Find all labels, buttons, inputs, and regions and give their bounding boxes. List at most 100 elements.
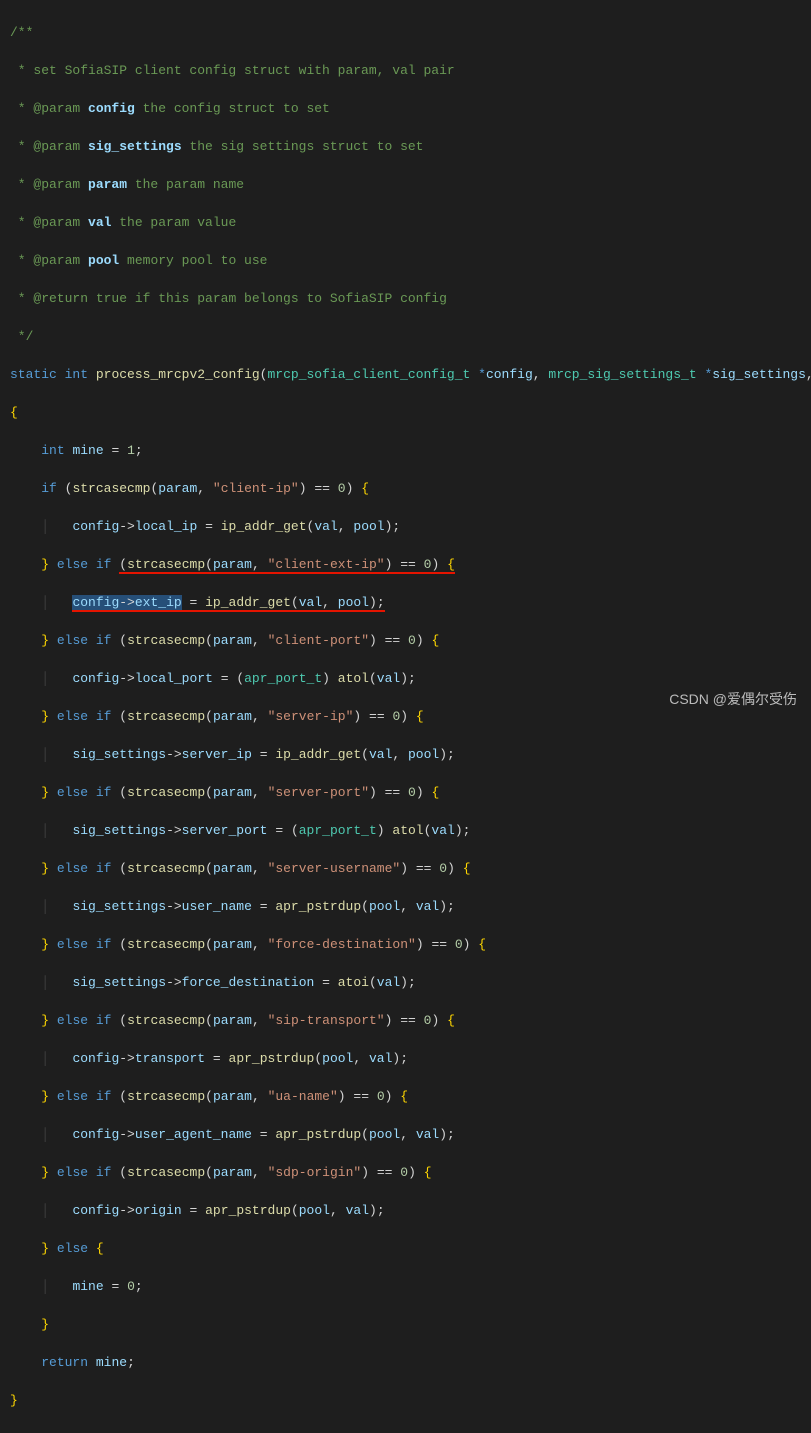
- kw-if: if: [41, 481, 57, 496]
- kw-else: else: [57, 709, 88, 724]
- code-line: */: [10, 327, 811, 346]
- field: force_destination: [182, 975, 315, 990]
- fn-call: ip_addr_get: [205, 595, 291, 610]
- code-line: │ sig_settings->force_destination = atoi…: [10, 973, 811, 992]
- param-name: sig_settings: [712, 367, 806, 382]
- fn-call: ip_addr_get: [221, 519, 307, 534]
- type-name: mrcp_sig_settings_t: [548, 367, 696, 382]
- doc-return-desc: true if this param belongs to SofiaSIP c…: [96, 291, 447, 306]
- doc-close: */: [10, 329, 33, 344]
- arg: param: [213, 633, 252, 648]
- field: local_port: [135, 671, 213, 686]
- var: config: [72, 1051, 119, 1066]
- fn-call: strcasecmp: [127, 633, 205, 648]
- code-line: static int process_mrcpv2_config(mrcp_so…: [10, 365, 811, 384]
- var: config: [72, 1127, 119, 1142]
- doc-open: /**: [10, 25, 33, 40]
- code-line: }: [10, 1315, 811, 1334]
- kw-int: int: [41, 443, 64, 458]
- code-line: │ mine = 0;: [10, 1277, 811, 1296]
- doc-param-name: config: [88, 101, 135, 116]
- doc-param-name: val: [88, 215, 111, 230]
- arg: param: [213, 1089, 252, 1104]
- code-line: │ config->local_ip = ip_addr_get(val, po…: [10, 517, 811, 536]
- code-line: return mine;: [10, 1353, 811, 1372]
- arg: val: [416, 1127, 439, 1142]
- code-line: } else if (strcasecmp(param, "server-ip"…: [10, 707, 811, 726]
- kw-else: else: [57, 1165, 88, 1180]
- code-line: } else if (strcasecmp(param, "client-ext…: [10, 555, 811, 574]
- fn-call: apr_pstrdup: [275, 1127, 361, 1142]
- fn-call: strcasecmp: [127, 709, 205, 724]
- arg: val: [369, 1051, 392, 1066]
- kw-if: if: [96, 709, 112, 724]
- arg: val: [431, 823, 454, 838]
- kw-if: if: [96, 1165, 112, 1180]
- field: ext_ip: [135, 595, 182, 610]
- arg: val: [369, 747, 392, 762]
- code-line: * @param param the param name: [10, 175, 811, 194]
- code-line: if (strcasecmp(param, "client-ip") == 0)…: [10, 479, 811, 498]
- kw-return: return: [41, 1355, 88, 1370]
- arg: pool: [353, 519, 384, 534]
- arg: param: [213, 861, 252, 876]
- kw-else: else: [57, 937, 88, 952]
- code-line: * @param config the config struct to set: [10, 99, 811, 118]
- arg: pool: [369, 1127, 400, 1142]
- code-line: │ config->ext_ip = ip_addr_get(val, pool…: [10, 593, 811, 612]
- fn-call: strcasecmp: [127, 1165, 205, 1180]
- doc-param-name: sig_settings: [88, 139, 182, 154]
- doc-param-desc: the param name: [127, 177, 244, 192]
- code-line: } else if (strcasecmp(param, "server-use…: [10, 859, 811, 878]
- kw-if: if: [96, 861, 112, 876]
- code-editor[interactable]: /** * set SofiaSIP client config struct …: [0, 0, 811, 1433]
- doc-param-desc: the sig settings struct to set: [182, 139, 424, 154]
- fn-call: apr_pstrdup: [205, 1203, 291, 1218]
- code-line: } else {: [10, 1239, 811, 1258]
- arg: val: [314, 519, 337, 534]
- code-line: }: [10, 1391, 811, 1410]
- fn-call: atol: [392, 823, 423, 838]
- kw-else: else: [57, 785, 88, 800]
- code-line: {: [10, 403, 811, 422]
- doc-param-desc: the config struct to set: [135, 101, 330, 116]
- code-line: * set SofiaSIP client config struct with…: [10, 61, 811, 80]
- code-line: } else if (strcasecmp(param, "client-por…: [10, 631, 811, 650]
- doc-param-tag: * @param: [10, 101, 88, 116]
- num: 0: [424, 1013, 432, 1028]
- doc-param-tag: * @param: [10, 253, 88, 268]
- arg: param: [213, 709, 252, 724]
- num: 0: [455, 937, 463, 952]
- type-name: apr_port_t: [299, 823, 377, 838]
- var: sig_settings: [72, 823, 166, 838]
- kw-if: if: [96, 937, 112, 952]
- arg: pool: [322, 1051, 353, 1066]
- doc-param-desc: the param value: [111, 215, 236, 230]
- str: "force-destination": [268, 937, 416, 952]
- num: 0: [377, 1089, 385, 1104]
- fn-call: strcasecmp: [127, 861, 205, 876]
- field: transport: [135, 1051, 205, 1066]
- arg: param: [158, 481, 197, 496]
- fn-call: strcasecmp: [127, 1013, 205, 1028]
- field: server_ip: [182, 747, 252, 762]
- field: user_agent_name: [135, 1127, 252, 1142]
- arg: param: [213, 937, 252, 952]
- code-line: * @return true if this param belongs to …: [10, 289, 811, 308]
- type-name: apr_port_t: [244, 671, 322, 686]
- num: 1: [127, 443, 135, 458]
- str: "client-ip": [213, 481, 299, 496]
- fn-call: atol: [338, 671, 369, 686]
- str: "sip-transport": [268, 1013, 385, 1028]
- code-line: } else if (strcasecmp(param, "ua-name") …: [10, 1087, 811, 1106]
- kw-if: if: [96, 557, 112, 572]
- doc-param-desc: memory pool to use: [119, 253, 267, 268]
- kw-else: else: [57, 633, 88, 648]
- kw-else: else: [57, 1089, 88, 1104]
- code-line: * @param pool memory pool to use: [10, 251, 811, 270]
- str: "client-port": [268, 633, 369, 648]
- str: "server-port": [268, 785, 369, 800]
- type-name: mrcp_sofia_client_config_t: [267, 367, 470, 382]
- var: config: [72, 1203, 119, 1218]
- arg: pool: [408, 747, 439, 762]
